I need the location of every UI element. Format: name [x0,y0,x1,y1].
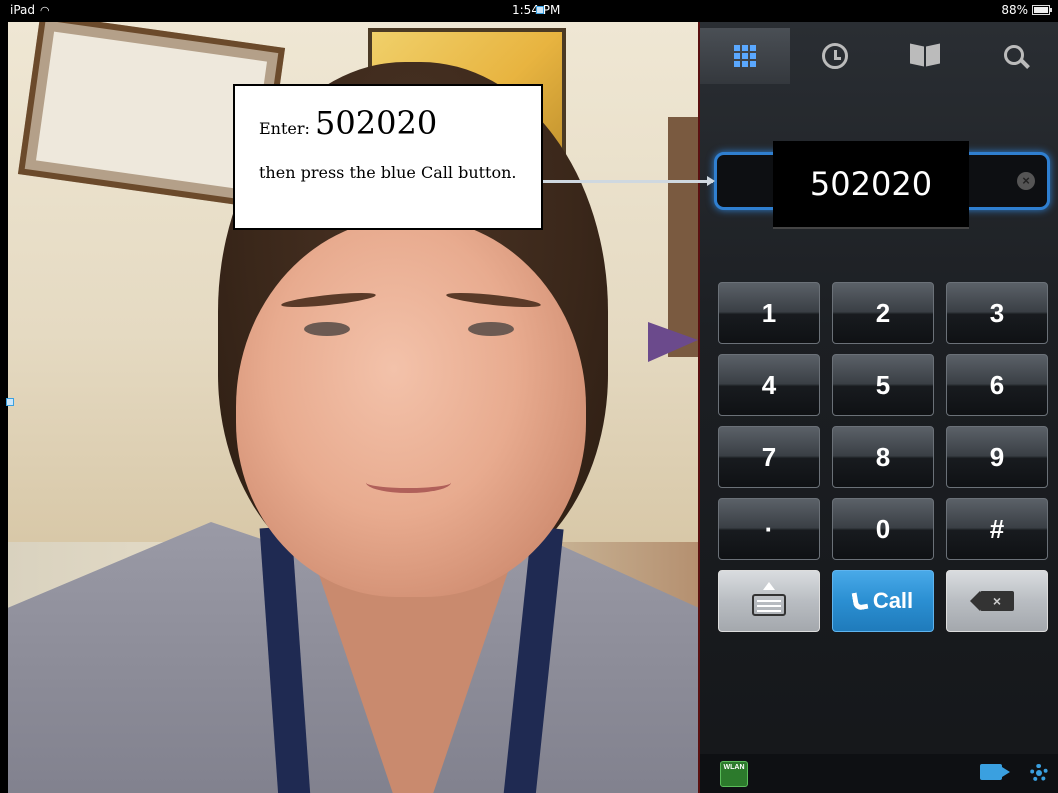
dialer-tabbar [700,28,1058,84]
instruction-callout: Enter: 502020 then press the blue Call b… [233,84,543,230]
key-dot[interactable]: · [718,498,820,560]
left-brow [280,290,377,310]
tab-history[interactable] [790,28,880,84]
search-icon [1004,45,1026,67]
keyboard-icon [752,594,786,616]
phone-icon [851,590,869,612]
status-right: 88% [1001,3,1052,17]
key-8[interactable]: 8 [832,426,934,488]
person-face [236,217,586,597]
tab-search[interactable] [970,28,1058,84]
show-keyboard-button[interactable] [718,570,820,632]
wlan-label: WLAN [723,764,745,771]
status-bar: iPad ◠ 1:54 PM 88% [0,0,1058,20]
call-label: Call [872,588,914,613]
key-5[interactable]: 5 [832,354,934,416]
key-9[interactable]: 9 [946,426,1048,488]
backspace-icon: × [970,591,1014,611]
number-entry-field[interactable]: 502020 × [714,141,1050,229]
purple-shape [648,322,698,362]
backspace-button[interactable]: × [946,570,1048,632]
bottom-toolbar: WLAN [700,754,1058,793]
callout-pointer-arrow [543,176,715,186]
callout-line1: Enter: 502020 [259,104,437,142]
key-1[interactable]: 1 [718,282,820,344]
battery-icon [1032,5,1052,15]
dialer-panel: 502020 × 1 2 3 4 5 6 7 8 9 · 0 # Call × … [698,22,1058,793]
key-7[interactable]: 7 [718,426,820,488]
up-arrow-icon [763,582,775,590]
left-eye [304,322,350,336]
device-label: iPad [10,3,36,17]
door-frame [668,117,698,357]
key-hash[interactable]: # [946,498,1048,560]
entered-number: 502020 [773,141,969,229]
key-4[interactable]: 4 [718,354,820,416]
wlan-icon: WLAN [720,761,748,787]
clear-field-icon[interactable]: × [1017,172,1035,190]
contacts-book-icon [910,45,940,67]
self-view-icon[interactable] [980,764,1010,780]
key-3[interactable]: 3 [946,282,1048,344]
call-button[interactable]: Call [832,570,934,632]
keypad-icon [734,45,756,67]
selection-handle [536,6,544,14]
settings-gear-icon[interactable] [1030,764,1048,782]
callout-prefix: Enter: [259,119,310,138]
tab-keypad[interactable] [700,28,790,84]
wifi-icon: ◠ [40,3,50,17]
callout-instruction: then press the blue Call button. [259,163,517,182]
right-eye [468,322,514,336]
selection-handle [6,398,14,406]
status-left: iPad ◠ [10,3,50,17]
right-brow [445,290,542,310]
battery-percent: 88% [1001,3,1028,17]
key-0[interactable]: 0 [832,498,934,560]
callout-number: 502020 [315,104,438,142]
history-icon [822,43,848,69]
mouth [366,472,451,493]
key-6[interactable]: 6 [946,354,1048,416]
key-2[interactable]: 2 [832,282,934,344]
tab-contacts[interactable] [880,28,970,84]
